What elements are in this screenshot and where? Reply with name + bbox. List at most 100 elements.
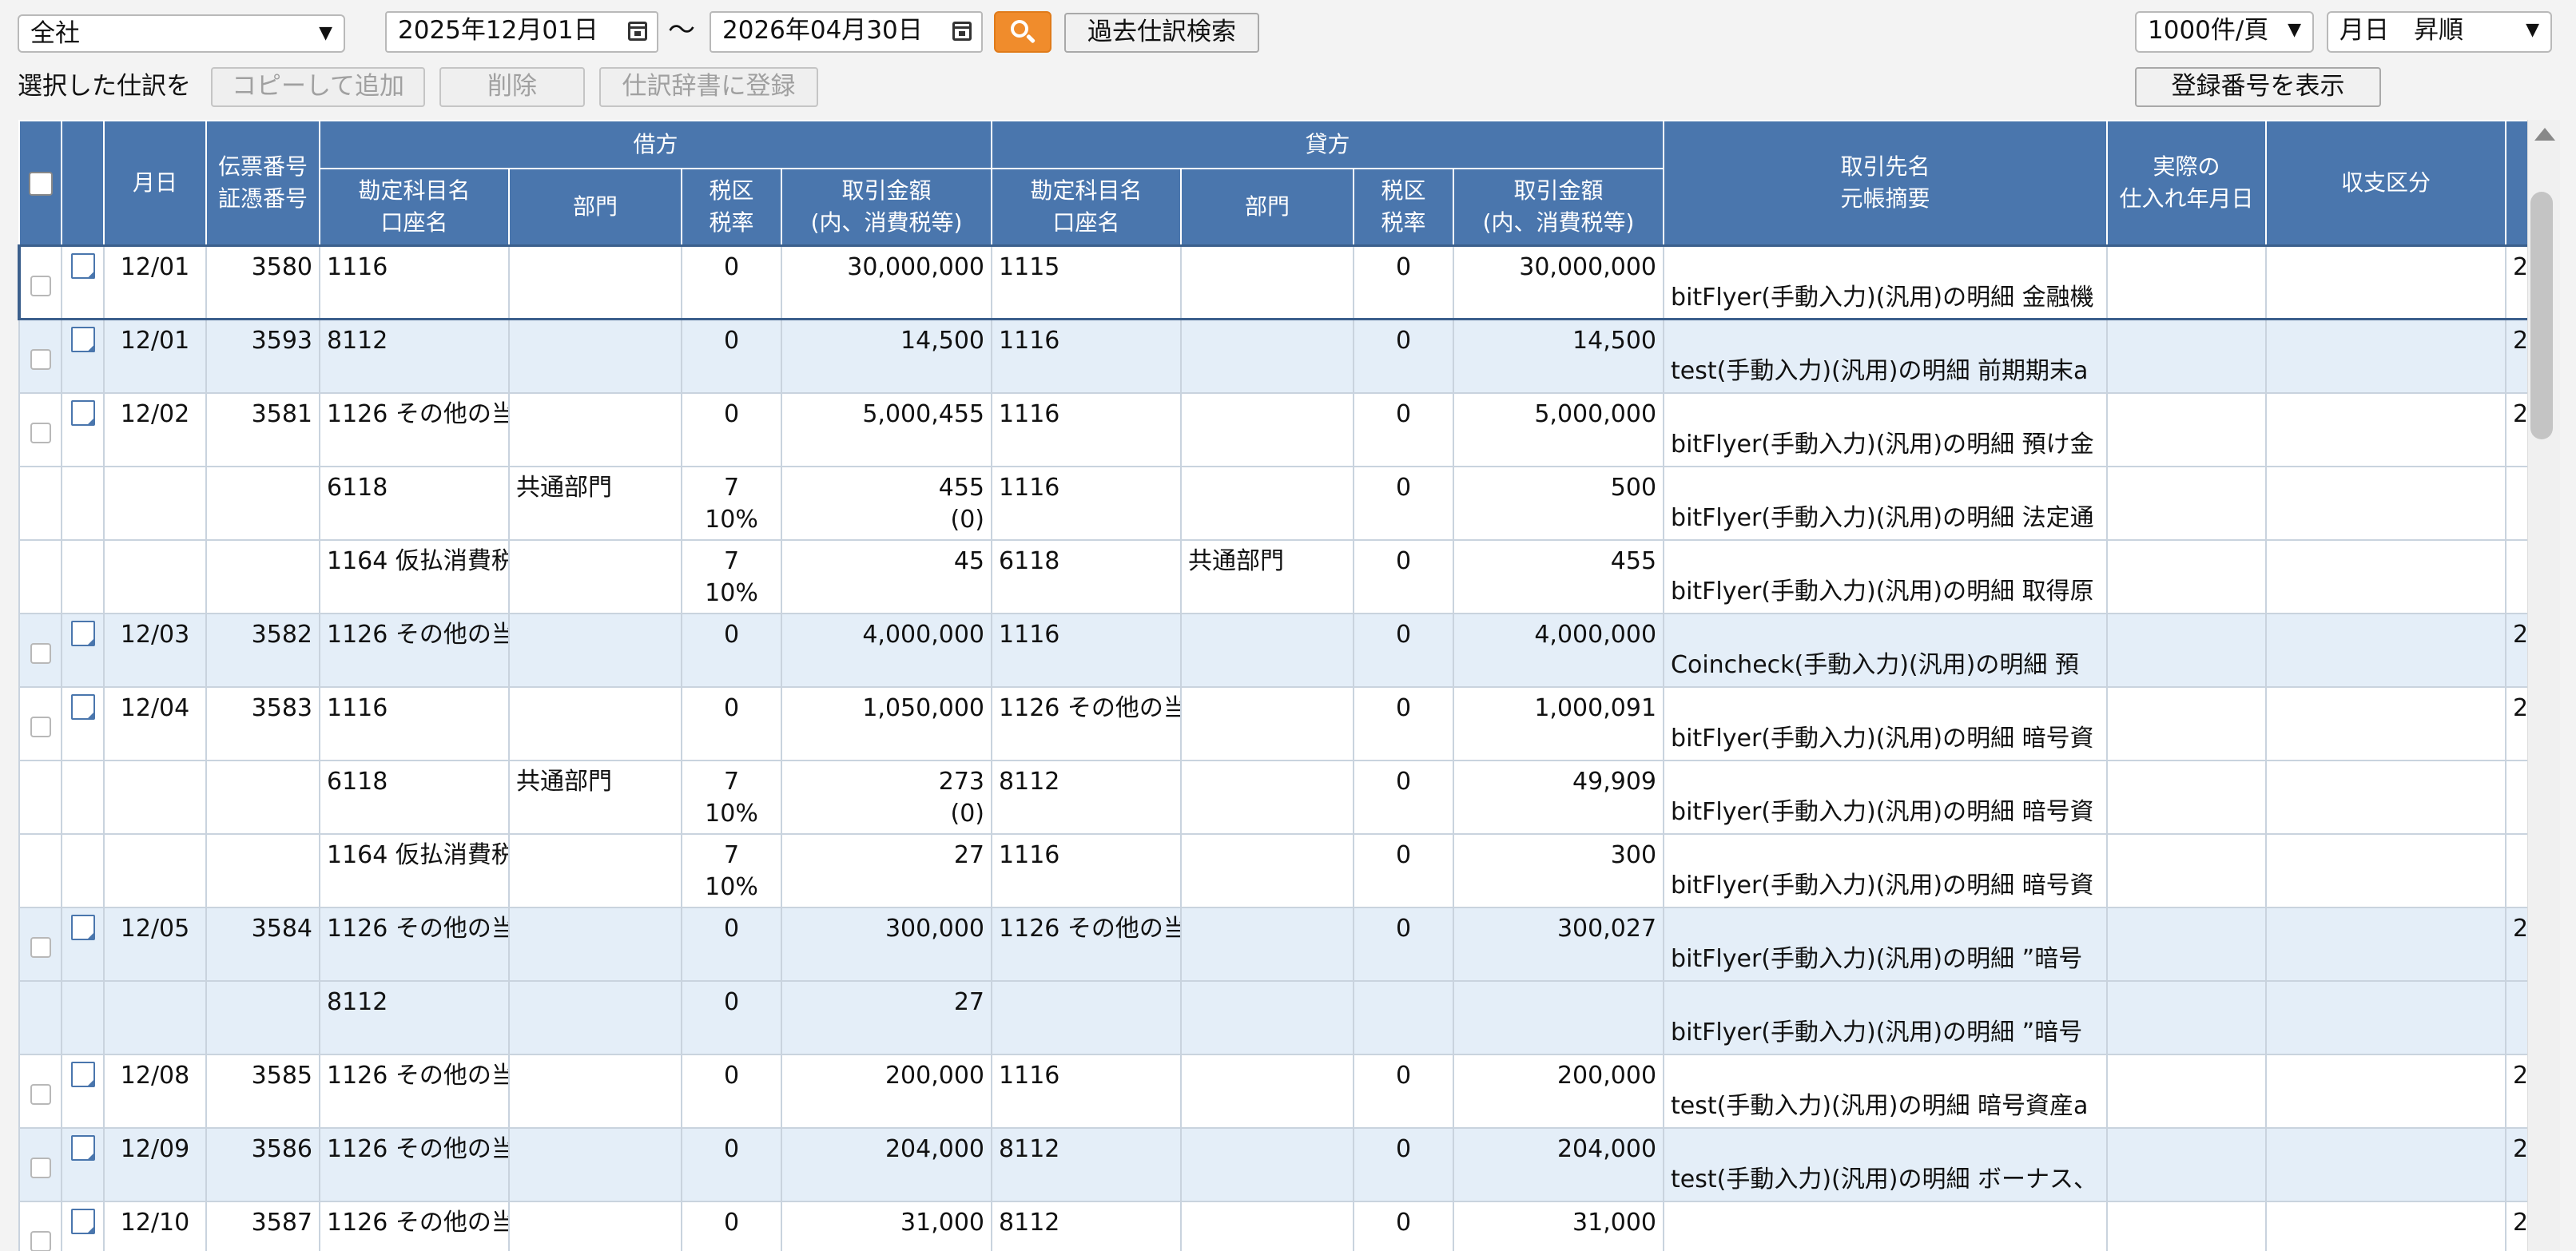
actual-date-cell[interactable] bbox=[2106, 906, 2268, 982]
memo-icon[interactable] bbox=[70, 253, 95, 279]
debit-account-cell[interactable]: 6118 bbox=[319, 759, 510, 835]
credit-account-cell[interactable]: 8112 bbox=[991, 1200, 1183, 1251]
debit-account-cell[interactable]: 6118 bbox=[319, 465, 510, 541]
debit-amount-cell[interactable]: 1,050,000 bbox=[780, 685, 993, 761]
memo-cell[interactable] bbox=[61, 318, 105, 394]
description-cell[interactable]: bitFlyer(手動入力)(汎用)の明細 ”暗号 bbox=[1663, 979, 2109, 1055]
debit-amount-cell[interactable]: 200,000 bbox=[780, 1053, 993, 1129]
memo-cell[interactable] bbox=[61, 391, 105, 467]
copy-add-button[interactable]: コピーして追加 bbox=[211, 67, 425, 107]
actual-date-header[interactable]: 実際の 仕入れ年月日 bbox=[2106, 120, 2268, 247]
extra-cell[interactable]: 2 bbox=[2505, 391, 2527, 467]
credit-account-cell[interactable]: 1116 bbox=[991, 832, 1183, 908]
row-checkbox[interactable] bbox=[30, 1083, 51, 1105]
row-checkbox[interactable] bbox=[30, 1230, 51, 1251]
credit-account-cell[interactable]: 1116 bbox=[991, 465, 1183, 541]
show-registration-number-button[interactable]: 登録番号を表示 bbox=[2135, 67, 2381, 107]
credit-tax-cell[interactable]: 0 bbox=[1353, 759, 1455, 835]
credit-account-cell[interactable]: 1126 その他の当 bbox=[991, 906, 1183, 982]
memo-cell[interactable] bbox=[61, 685, 105, 761]
partner-header[interactable]: 取引先名 元帳摘要 bbox=[1663, 120, 2109, 247]
row-checkbox[interactable] bbox=[30, 936, 51, 958]
debit-account-cell[interactable]: 1126 その他の当 bbox=[319, 612, 510, 688]
table-row[interactable]: 6118 共通部門 7 10% 455 (0) 1116 0 500 bitFlyer(手動入力)… bbox=[18, 465, 2527, 541]
row-checkbox-cell[interactable] bbox=[18, 612, 62, 688]
memo-icon[interactable] bbox=[70, 327, 95, 352]
description-cell[interactable]: bitFlyer(手動入力)(汎用)の明細 預け金 bbox=[1663, 391, 2109, 467]
credit-amount-cell[interactable]: 1,000,091 bbox=[1453, 685, 1665, 761]
extra-cell[interactable] bbox=[2505, 759, 2527, 835]
debit-amount-cell[interactable]: 31,000 bbox=[780, 1200, 993, 1251]
credit-dept-cell[interactable] bbox=[1180, 318, 1355, 394]
date-cell[interactable]: 12/10 bbox=[103, 1200, 207, 1251]
table-row[interactable]: 12/02 3581 1126 その他の当 0 5,000,455 1116 0 5,000,… bbox=[18, 391, 2527, 467]
credit-account-cell[interactable]: 6118 bbox=[991, 538, 1183, 614]
voucher-cell[interactable]: 3582 bbox=[205, 612, 320, 688]
credit-amount-cell[interactable]: 300 bbox=[1453, 832, 1665, 908]
debit-dept-cell[interactable]: 共通部門 bbox=[508, 465, 682, 541]
income-type-cell[interactable] bbox=[2265, 391, 2507, 467]
actual-date-cell[interactable] bbox=[2106, 391, 2268, 467]
description-cell[interactable]: test(手動入力)(汎用)の明細 ボーナス、 bbox=[1663, 1126, 2109, 1202]
debit-account-cell[interactable]: 1126 その他の当 bbox=[319, 1200, 510, 1251]
row-checkbox-cell[interactable] bbox=[18, 759, 62, 835]
credit-amount-cell[interactable] bbox=[1453, 979, 1665, 1055]
memo-cell[interactable] bbox=[61, 979, 105, 1055]
debit-tax-cell[interactable]: 7 10% bbox=[681, 759, 782, 835]
table-row[interactable]: 6118 共通部門 7 10% 273 (0) 8112 0 49,909 bitFlyer(手動… bbox=[18, 759, 2527, 835]
date-cell[interactable]: 12/03 bbox=[103, 612, 207, 688]
scrollbar-thumb[interactable] bbox=[2530, 192, 2553, 439]
income-type-cell[interactable] bbox=[2265, 244, 2507, 320]
credit-tax-cell[interactable]: 0 bbox=[1353, 1053, 1455, 1129]
debit-account-cell[interactable]: 1116 bbox=[319, 685, 510, 761]
credit-tax-cell[interactable]: 0 bbox=[1353, 1200, 1455, 1251]
debit-tax-cell[interactable]: 0 bbox=[681, 685, 782, 761]
select-all-checkbox[interactable] bbox=[28, 172, 53, 196]
debit-tax-cell[interactable]: 0 bbox=[681, 906, 782, 982]
memo-cell[interactable] bbox=[61, 465, 105, 541]
debit-tax-cell[interactable]: 0 bbox=[681, 391, 782, 467]
credit-tax-cell[interactable]: 0 bbox=[1353, 244, 1455, 320]
income-type-cell[interactable] bbox=[2265, 465, 2507, 541]
debit-tax-cell[interactable]: 7 10% bbox=[681, 832, 782, 908]
income-type-cell[interactable] bbox=[2265, 538, 2507, 614]
income-type-cell[interactable] bbox=[2265, 1053, 2507, 1129]
memo-icon[interactable] bbox=[70, 1061, 95, 1087]
date-cell[interactable]: 12/01 bbox=[103, 244, 207, 320]
debit-tax-header[interactable]: 税区 税率 bbox=[681, 168, 782, 247]
memo-icon[interactable] bbox=[70, 914, 95, 940]
debit-amount-cell[interactable]: 27 bbox=[780, 832, 993, 908]
credit-account-cell[interactable] bbox=[991, 979, 1183, 1055]
row-checkbox-cell[interactable] bbox=[18, 318, 62, 394]
voucher-cell[interactable] bbox=[205, 465, 320, 541]
debit-account-cell[interactable]: 1126 その他の当 bbox=[319, 391, 510, 467]
credit-amount-cell[interactable]: 200,000 bbox=[1453, 1053, 1665, 1129]
table-row[interactable]: 12/04 3583 1116 0 1,050,000 1126 その他の当 0 1,000,… bbox=[18, 685, 2527, 761]
voucher-cell[interactable] bbox=[205, 832, 320, 908]
debit-amount-cell[interactable]: 5,000,455 bbox=[780, 391, 993, 467]
extra-cell[interactable]: 2 bbox=[2505, 685, 2527, 761]
debit-dept-cell[interactable] bbox=[508, 1053, 682, 1129]
voucher-cell[interactable]: 3584 bbox=[205, 906, 320, 982]
table-row[interactable]: 1164 仮払消費税 7 10% 45 6118 共通部門 0 455 bitFlyer(手動入… bbox=[18, 538, 2527, 614]
credit-amount-cell[interactable]: 31,000 bbox=[1453, 1200, 1665, 1251]
extra-cell[interactable] bbox=[2505, 465, 2527, 541]
debit-account-cell[interactable]: 1164 仮払消費税 bbox=[319, 538, 510, 614]
debit-tax-cell[interactable]: 7 10% bbox=[681, 538, 782, 614]
credit-dept-cell[interactable] bbox=[1180, 906, 1355, 982]
debit-amount-header[interactable]: 取引金額 (内、消費税等) bbox=[780, 168, 993, 247]
row-checkbox-cell[interactable] bbox=[18, 465, 62, 541]
income-type-cell[interactable] bbox=[2265, 906, 2507, 982]
debit-dept-cell[interactable] bbox=[508, 1126, 682, 1202]
credit-amount-cell[interactable]: 14,500 bbox=[1453, 318, 1665, 394]
debit-dept-cell[interactable] bbox=[508, 244, 682, 320]
date-cell[interactable] bbox=[103, 465, 207, 541]
actual-date-cell[interactable] bbox=[2106, 244, 2268, 320]
credit-amount-cell[interactable]: 204,000 bbox=[1453, 1126, 1665, 1202]
row-checkbox-cell[interactable] bbox=[18, 685, 62, 761]
credit-tax-cell[interactable]: 0 bbox=[1353, 538, 1455, 614]
debit-account-cell[interactable]: 1116 bbox=[319, 244, 510, 320]
debit-account-cell[interactable]: 1126 その他の当 bbox=[319, 1126, 510, 1202]
search-button[interactable] bbox=[994, 11, 1051, 53]
voucher-cell[interactable]: 3581 bbox=[205, 391, 320, 467]
